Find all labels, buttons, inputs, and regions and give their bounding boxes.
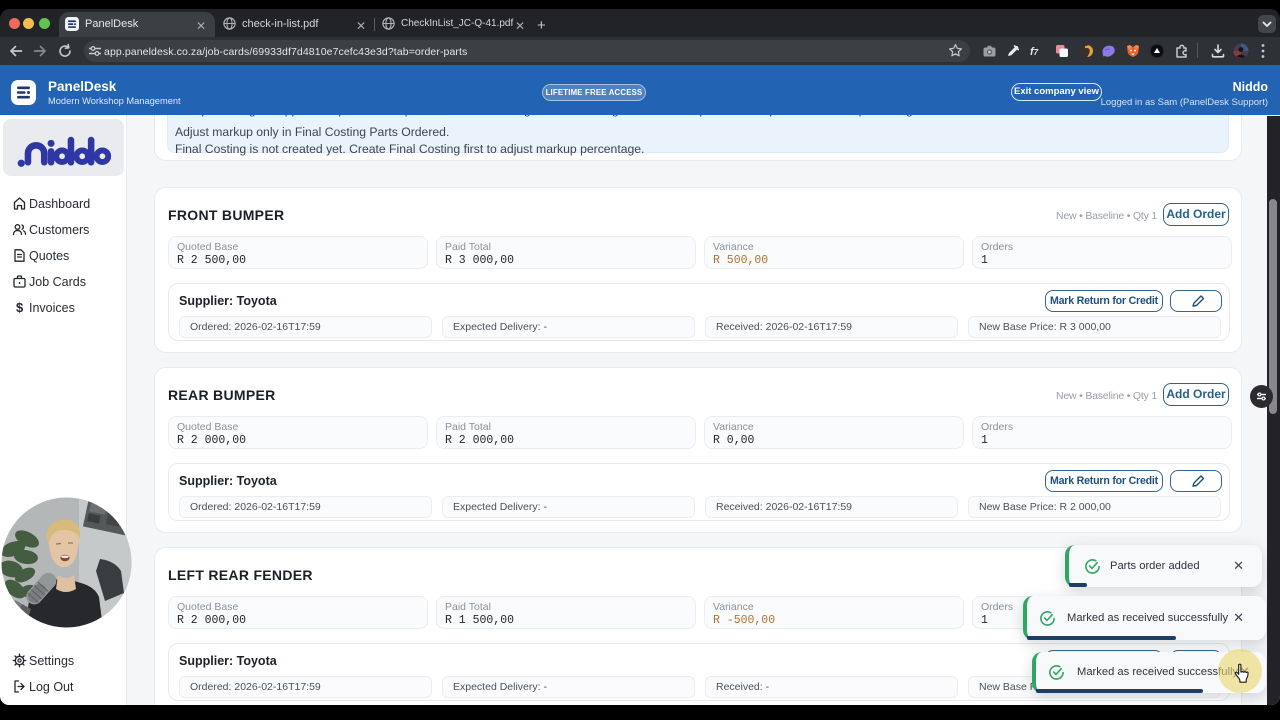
svg-text:$: $ xyxy=(16,300,24,315)
